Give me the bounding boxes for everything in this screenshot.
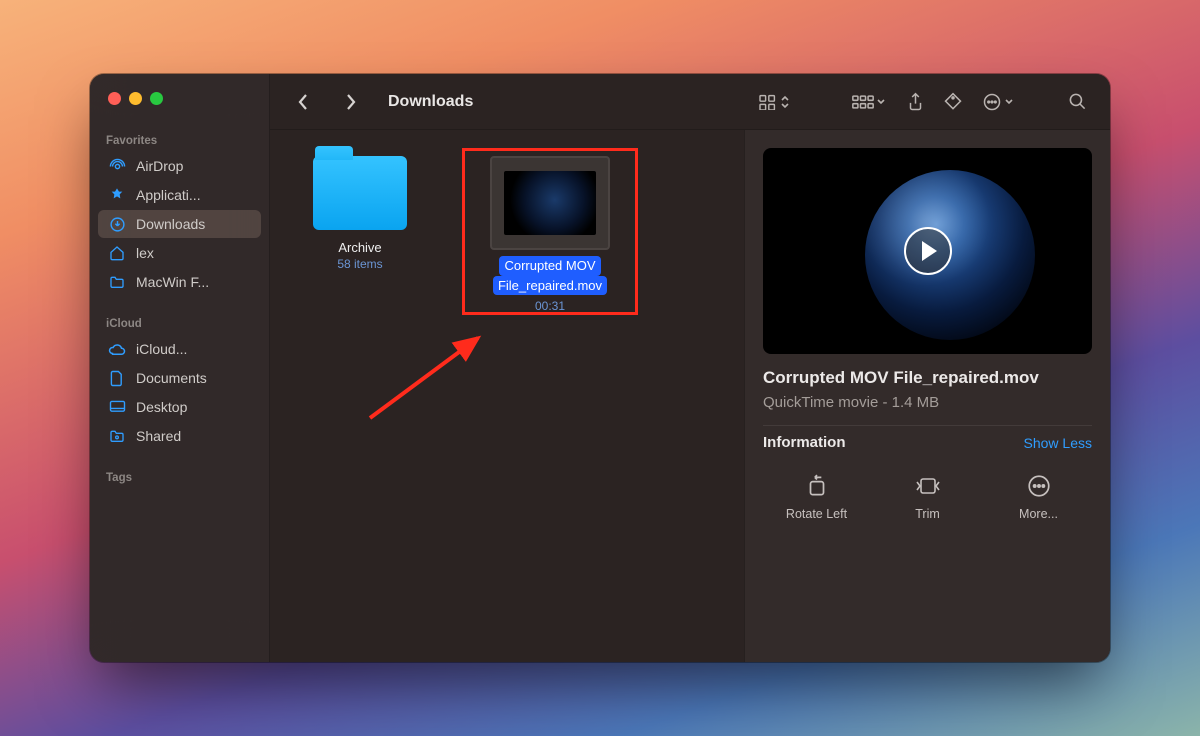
- close-window-button[interactable]: [108, 92, 121, 105]
- sidebar-item-desktop[interactable]: Desktop: [98, 393, 261, 421]
- desktop-icon: [108, 398, 126, 416]
- airdrop-icon: [108, 157, 126, 175]
- action-label: Trim: [915, 507, 940, 521]
- action-label: Rotate Left: [786, 507, 847, 521]
- video-thumbnail: [490, 156, 610, 250]
- folder-name: Archive: [290, 240, 430, 255]
- show-less-toggle[interactable]: Show Less: [1024, 435, 1092, 451]
- folder-icon: [108, 273, 126, 291]
- cloud-icon: [108, 340, 126, 358]
- action-rotate-left[interactable]: Rotate Left: [763, 469, 870, 521]
- folder-item-archive[interactable]: Archive 58 items: [290, 156, 430, 271]
- nav-back-button[interactable]: [288, 87, 318, 117]
- sidebar-item-documents[interactable]: Documents: [98, 364, 261, 392]
- file-grid[interactable]: Archive 58 items Corrupted MOV File_repa…: [270, 130, 744, 662]
- file-item-selected-video[interactable]: Corrupted MOV File_repaired.mov 00:31: [470, 156, 630, 313]
- view-mode-button[interactable]: [752, 87, 796, 117]
- search-button[interactable]: [1062, 87, 1092, 117]
- action-more[interactable]: More...: [985, 469, 1092, 521]
- sidebar-item-label: Desktop: [136, 399, 187, 415]
- sidebar-item-icloud-drive[interactable]: iCloud...: [98, 335, 261, 363]
- folder-item-count: 58 items: [290, 257, 430, 271]
- sidebar-item-applications[interactable]: Applicati...: [98, 181, 261, 209]
- sidebar-item-home[interactable]: lex: [98, 239, 261, 267]
- minimize-window-button[interactable]: [129, 92, 142, 105]
- folder-icon: [313, 156, 407, 230]
- main-area: Downloads: [270, 74, 1110, 662]
- tags-button[interactable]: [938, 87, 968, 117]
- downloads-icon: [108, 215, 126, 233]
- quick-actions: Rotate Left Trim More...: [763, 469, 1092, 521]
- more-icon: [985, 469, 1092, 503]
- sidebar-item-macwin[interactable]: MacWin F...: [98, 268, 261, 296]
- annotation-arrow: [360, 332, 510, 422]
- file-name-line1: Corrupted MOV: [499, 256, 600, 276]
- action-trim[interactable]: Trim: [874, 469, 981, 521]
- sidebar-section-icloud: iCloud: [90, 310, 269, 334]
- sidebar-item-label: MacWin F...: [136, 274, 209, 290]
- group-by-button[interactable]: [846, 87, 892, 117]
- toolbar: Downloads: [270, 74, 1110, 130]
- window-controls: [90, 92, 269, 127]
- sidebar-item-label: Documents: [136, 370, 207, 386]
- play-icon: [904, 227, 952, 275]
- preview-info-header: Information Show Less: [763, 425, 1092, 451]
- rotate-left-icon: [763, 469, 870, 503]
- content-row: Archive 58 items Corrupted MOV File_repa…: [270, 130, 1110, 662]
- sidebar-item-label: Downloads: [136, 216, 205, 232]
- sidebar-section-favorites: Favorites: [90, 127, 269, 151]
- share-button[interactable]: [900, 87, 930, 117]
- zoom-window-button[interactable]: [150, 92, 163, 105]
- file-name-line2: File_repaired.mov: [493, 276, 607, 296]
- window-title: Downloads: [388, 93, 473, 111]
- sidebar-item-label: AirDrop: [136, 158, 183, 174]
- sidebar: Favorites AirDrop Applicati... Downloads…: [90, 74, 270, 662]
- document-icon: [108, 369, 126, 387]
- finder-window: Favorites AirDrop Applicati... Downloads…: [90, 74, 1110, 662]
- home-icon: [108, 244, 126, 262]
- preview-panel: Corrupted MOV File_repaired.mov QuickTim…: [744, 130, 1110, 662]
- preview-file-title: Corrupted MOV File_repaired.mov: [763, 368, 1092, 388]
- trim-icon: [874, 469, 981, 503]
- preview-file-meta: QuickTime movie - 1.4 MB: [763, 394, 1092, 411]
- sidebar-item-label: Applicati...: [136, 187, 201, 203]
- apps-icon: [108, 186, 126, 204]
- shared-folder-icon: [108, 427, 126, 445]
- actions-menu-button[interactable]: [976, 87, 1020, 117]
- sidebar-item-downloads[interactable]: Downloads: [98, 210, 261, 238]
- info-label: Information: [763, 434, 846, 451]
- sidebar-item-label: iCloud...: [136, 341, 187, 357]
- sidebar-item-label: lex: [136, 245, 154, 261]
- sidebar-section-tags: Tags: [90, 464, 269, 488]
- sidebar-item-shared[interactable]: Shared: [98, 422, 261, 450]
- action-label: More...: [1019, 507, 1058, 521]
- video-duration: 00:31: [470, 299, 630, 313]
- nav-forward-button[interactable]: [336, 87, 366, 117]
- preview-thumbnail[interactable]: [763, 148, 1092, 354]
- sidebar-item-label: Shared: [136, 428, 181, 444]
- sidebar-item-airdrop[interactable]: AirDrop: [98, 152, 261, 180]
